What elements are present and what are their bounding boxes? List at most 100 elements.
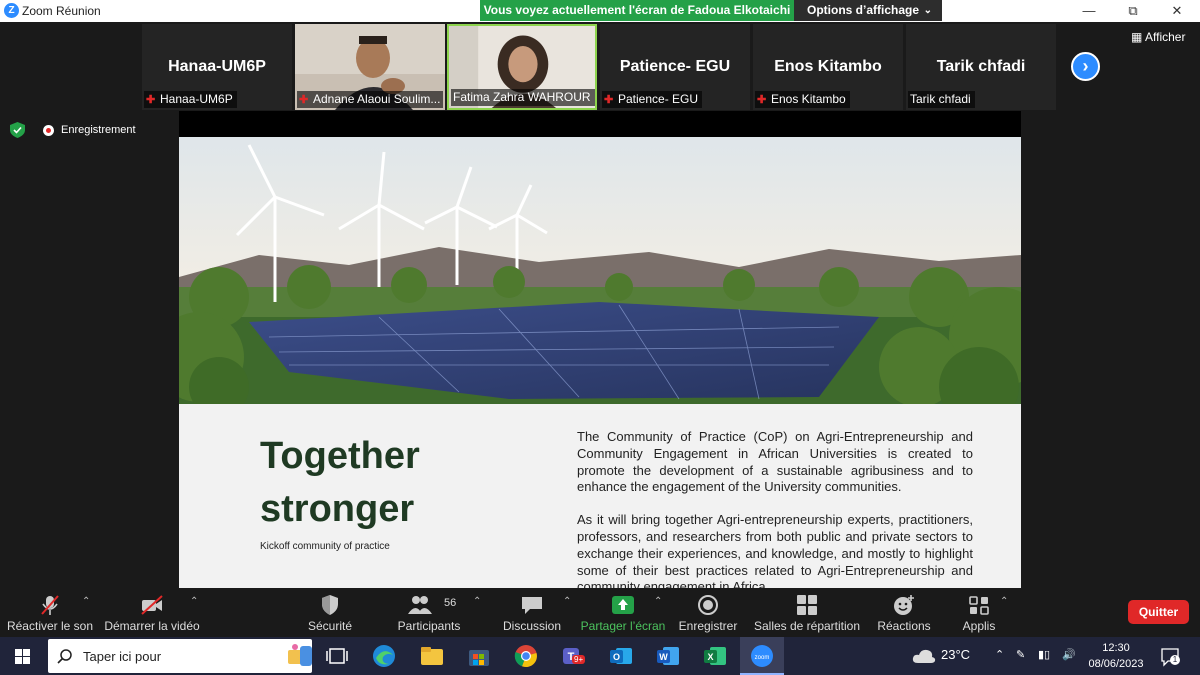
taskbar-search-box[interactable]: Taper ici pour — [48, 639, 312, 673]
edge-browser-icon[interactable] — [371, 643, 397, 669]
slide-body: The Community of Practice (CoP) on Agri-… — [577, 429, 973, 588]
search-icon — [57, 649, 72, 664]
view-options-label: Options d’affichage — [807, 3, 920, 17]
record-button[interactable]: Enregistrer — [676, 588, 740, 637]
svg-text:W: W — [659, 652, 668, 662]
show-gallery-label: Afficher — [1145, 30, 1186, 44]
word-icon[interactable]: W — [655, 643, 681, 669]
apps-options-caret[interactable]: ⌃ — [1000, 596, 1008, 607]
paragraph-2: As it will bring together Agri-entrepren… — [577, 512, 973, 588]
participant-tile[interactable]: Hanaa-UM6P ✚ Hanaa-UM6P — [142, 24, 292, 110]
pen-icon[interactable]: ✎ — [1016, 648, 1025, 661]
share-options-caret[interactable]: ⌃ — [654, 596, 662, 607]
search-highlight-icon — [288, 644, 312, 666]
chrome-icon[interactable] — [513, 643, 539, 669]
recording-status: Enregistrement — [61, 124, 136, 136]
show-gallery-button[interactable]: ▦ Afficher — [1131, 30, 1185, 44]
slide-subtitle: Kickoff community of practice — [260, 541, 390, 552]
mic-muted-icon — [41, 595, 59, 615]
participant-tile-active-speaker[interactable]: Fatima Zahra WAHROUR — [447, 24, 597, 110]
zoom-window: Z Zoom Réunion Vous voyez actuellement l… — [0, 0, 1200, 675]
notifications-button[interactable]: 1 — [1160, 647, 1180, 667]
emoji-plus-icon — [894, 595, 914, 615]
video-options-caret[interactable]: ⌃ — [190, 596, 198, 607]
record-icon — [698, 595, 718, 615]
security-label: Sécurité — [307, 619, 353, 633]
participants-label: Participants — [397, 619, 461, 633]
participant-tile[interactable]: Patience- EGU ✚ Patience- EGU — [600, 24, 750, 110]
security-shield-icon[interactable] — [10, 122, 25, 138]
security-button[interactable]: Sécurité — [300, 588, 360, 637]
volume-icon[interactable]: 🔊 — [1062, 648, 1076, 661]
share-arrow-icon — [612, 596, 634, 614]
participants-count: 56 — [444, 597, 457, 609]
audio-options-caret[interactable]: ⌃ — [82, 596, 90, 607]
taskbar-search-placeholder: Taper ici pour — [83, 649, 162, 664]
muted-mic-icon: ✚ — [757, 94, 767, 106]
headline-line-2: stronger — [260, 488, 415, 530]
participant-name-large: Patience- EGU — [619, 58, 731, 75]
participant-tile[interactable]: Tarik chfadi Tarik chfadi — [906, 24, 1056, 110]
screen-share-banner: Vous voyez actuellement l'écran de Fadou… — [480, 0, 794, 21]
svg-text:zoom: zoom — [755, 655, 770, 661]
paragraph-1: The Community of Practice (CoP) on Agri-… — [577, 429, 973, 495]
svg-text:O: O — [613, 652, 620, 662]
people-icon — [408, 596, 433, 614]
next-participants-button[interactable]: › — [1071, 52, 1100, 81]
teams-app[interactable]: T 9+ — [560, 643, 586, 669]
participant-label: ✚ Enos Kitambo — [755, 91, 850, 108]
slide-content: Together stronger Kickoff community of p… — [179, 404, 1021, 588]
excel-icon[interactable]: X — [702, 643, 728, 669]
cloud-weather-icon[interactable] — [912, 647, 936, 665]
record-label: Enregistrer — [678, 619, 738, 633]
video-off-icon — [141, 595, 163, 615]
windows-start-icon[interactable] — [15, 649, 30, 664]
slide-headline: Together stronger — [260, 430, 420, 536]
close-icon[interactable]: ✕ — [1168, 2, 1186, 20]
window-title: Zoom Réunion — [22, 4, 101, 18]
clock-time: 12:30 — [1102, 642, 1130, 654]
reactions-button[interactable]: Réactions — [874, 588, 934, 637]
participant-label: ✚ Hanaa-UM6P — [144, 91, 237, 108]
muted-mic-icon: ✚ — [299, 94, 309, 106]
task-view-icon[interactable] — [324, 643, 350, 669]
file-explorer-icon[interactable] — [419, 643, 445, 669]
chat-options-caret[interactable]: ⌃ — [563, 596, 571, 607]
start-video-button[interactable]: Démarrer la vidéo — [104, 588, 200, 637]
participant-tile[interactable]: Enos Kitambo ✚ Enos Kitambo — [753, 24, 903, 110]
breakout-rooms-label: Salles de répartition — [753, 619, 861, 633]
muted-mic-icon: ✚ — [146, 94, 156, 106]
windows-taskbar: Taper ici pour T 9+ O W X zoom 23°C ⌃ ✎ … — [0, 637, 1200, 675]
taskbar-clock[interactable]: 12:30 08/06/2023 — [1086, 640, 1146, 672]
shared-screen: Together stronger Kickoff community of p… — [179, 111, 1021, 588]
breakout-grid-icon — [797, 595, 817, 615]
view-options-button[interactable]: Options d’affichage ⌄ — [794, 0, 942, 21]
solar-farm-image — [179, 137, 1021, 404]
participant-tile[interactable]: ✚ Adnane Alaoui Soulim... — [295, 24, 445, 110]
weather-temperature[interactable]: 23°C — [941, 647, 970, 662]
slide-top-band — [179, 111, 1021, 137]
minimize-icon[interactable]: — — [1080, 2, 1098, 20]
chat-label: Discussion — [502, 619, 562, 633]
participant-label-text: Hanaa-UM6P — [160, 92, 233, 106]
breakout-rooms-button[interactable]: Salles de répartition — [752, 588, 862, 637]
battery-icon[interactable]: ▮▯ — [1038, 648, 1050, 661]
participant-label-text: Tarik chfadi — [910, 92, 971, 106]
clock-date: 08/06/2023 — [1088, 658, 1144, 670]
reactions-label: Réactions — [877, 619, 931, 633]
participants-options-caret[interactable]: ⌃ — [473, 596, 481, 607]
zoom-taskbar-button[interactable]: zoom — [740, 637, 784, 675]
tray-chevron-icon[interactable]: ⌃ — [995, 648, 1004, 661]
participant-label-text: Enos Kitambo — [771, 92, 846, 106]
notification-count: 1 — [1170, 655, 1180, 665]
quit-button[interactable]: Quitter — [1128, 600, 1189, 624]
chat-bubble-icon — [522, 597, 542, 614]
restore-icon[interactable]: ⧉ — [1124, 2, 1142, 20]
participants-button[interactable]: Participants — [392, 588, 466, 637]
microsoft-store-icon[interactable] — [466, 643, 492, 669]
title-bar: Z Zoom Réunion Vous voyez actuellement l… — [0, 0, 1200, 22]
chat-button[interactable]: Discussion — [500, 588, 564, 637]
participant-name-large: Hanaa-UM6P — [168, 58, 266, 75]
headline-line-1: Together — [260, 435, 420, 477]
outlook-icon[interactable]: O — [608, 643, 634, 669]
